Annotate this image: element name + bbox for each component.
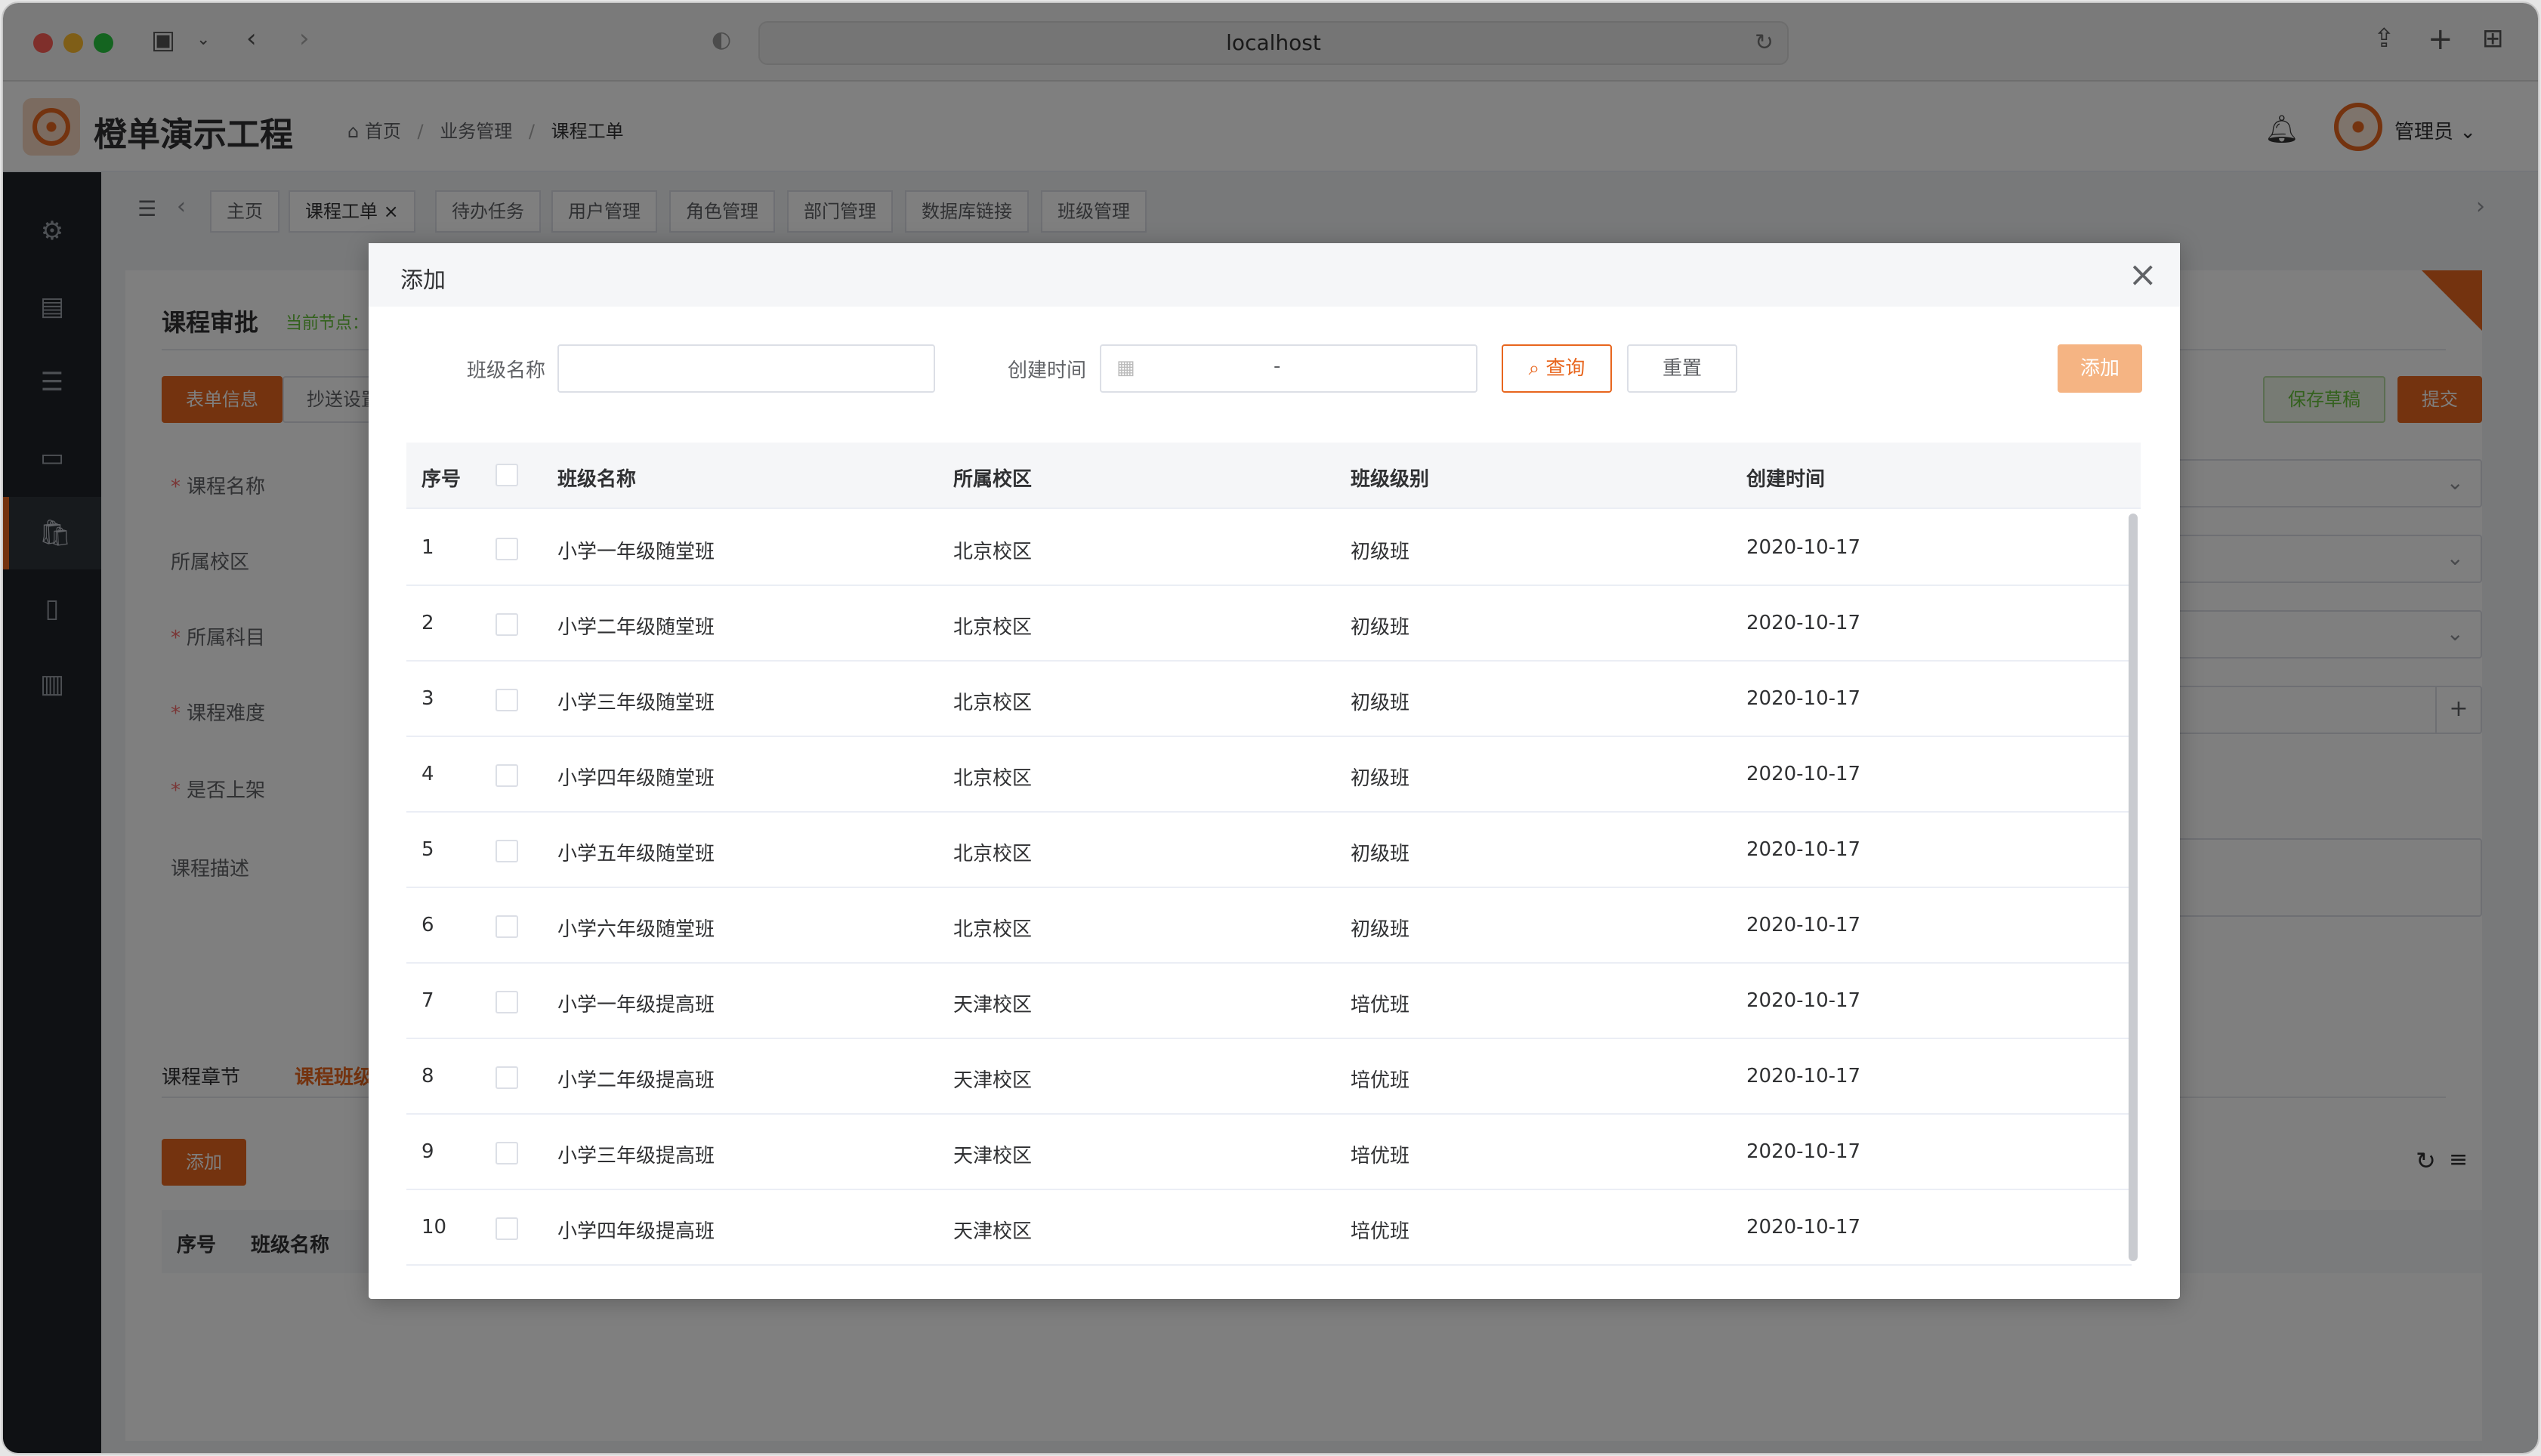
table-row[interactable]: 1 小学一年级随堂班 北京校区 初级班 2020-10-17 xyxy=(406,511,2132,586)
class-name-input[interactable] xyxy=(557,344,935,393)
cell-campus: 天津校区 xyxy=(953,1145,1033,1168)
col-no: 序号 xyxy=(421,468,462,491)
row-checkbox[interactable] xyxy=(496,538,518,560)
cell-created-time: 2020-10-17 xyxy=(1746,914,1861,936)
cell-no: 9 xyxy=(421,1140,434,1163)
cell-class-name: 小学六年级随堂班 xyxy=(557,918,715,941)
calendar-icon: ▦ xyxy=(1116,356,1135,379)
cell-no: 4 xyxy=(421,763,434,785)
row-checkbox[interactable] xyxy=(496,840,518,862)
filter-created-time-label: 创建时间 xyxy=(1008,359,1087,382)
cell-no: 1 xyxy=(421,536,434,559)
row-checkbox[interactable] xyxy=(496,1142,518,1164)
cell-campus: 北京校区 xyxy=(953,843,1033,865)
row-checkbox[interactable] xyxy=(496,764,518,787)
cell-created-time: 2020-10-17 xyxy=(1746,687,1861,710)
date-range-separator: - xyxy=(1274,355,1281,378)
created-time-range-picker[interactable]: ▦ - xyxy=(1100,344,1477,393)
cell-class-name: 小学三年级随堂班 xyxy=(557,692,715,714)
row-checkbox[interactable] xyxy=(496,613,518,636)
cell-class-name: 小学一年级提高班 xyxy=(557,994,715,1016)
cell-level: 初级班 xyxy=(1351,843,1410,865)
cell-level: 初级班 xyxy=(1351,616,1410,639)
row-checkbox[interactable] xyxy=(496,915,518,938)
cell-created-time: 2020-10-17 xyxy=(1746,536,1861,559)
query-button[interactable]: ⌕ 查询 xyxy=(1502,344,1612,393)
col-class-name: 班级名称 xyxy=(557,468,637,491)
table-row[interactable]: 9 小学三年级提高班 天津校区 培优班 2020-10-17 xyxy=(406,1115,2132,1190)
close-icon[interactable]: × xyxy=(2128,254,2157,295)
cell-campus: 北京校区 xyxy=(953,692,1033,714)
col-level: 班级级别 xyxy=(1351,468,1430,491)
col-campus: 所属校区 xyxy=(953,468,1033,491)
cell-no: 3 xyxy=(421,687,434,710)
cell-campus: 北京校区 xyxy=(953,616,1033,639)
cell-created-time: 2020-10-17 xyxy=(1746,1216,1861,1239)
cell-class-name: 小学四年级提高班 xyxy=(557,1220,715,1243)
cell-level: 培优班 xyxy=(1351,1069,1410,1092)
cell-created-time: 2020-10-17 xyxy=(1746,838,1861,861)
cell-campus: 北京校区 xyxy=(953,918,1033,941)
add-class-dialog: 添加 × 班级名称 创建时间 ▦ - ⌕ 查询 重置 添加 序号 班级名称 所属… xyxy=(369,243,2180,1299)
cell-campus: 北京校区 xyxy=(953,767,1033,790)
cell-no: 6 xyxy=(421,914,434,936)
cell-no: 8 xyxy=(421,1065,434,1087)
cell-created-time: 2020-10-17 xyxy=(1746,989,1861,1012)
dialog-header: 添加 × xyxy=(369,243,2180,307)
col-created-time: 创建时间 xyxy=(1746,468,1826,491)
cell-level: 培优班 xyxy=(1351,1220,1410,1243)
cell-level: 初级班 xyxy=(1351,918,1410,941)
table-scrollbar[interactable] xyxy=(2129,514,2138,1261)
cell-class-name: 小学二年级提高班 xyxy=(557,1069,715,1092)
search-icon: ⌕ xyxy=(1528,357,1540,380)
table-header: 序号 班级名称 所属校区 班级级别 创建时间 xyxy=(406,443,2141,509)
browser-window: ▣ ⌄ ‹ › ◐ localhost ↻ ⇪ + ⊞ 橙单演示工程 ⌂ 首页 … xyxy=(2,2,2539,1454)
cell-class-name: 小学三年级提高班 xyxy=(557,1145,715,1168)
row-checkbox[interactable] xyxy=(496,1066,518,1089)
row-checkbox[interactable] xyxy=(496,689,518,711)
cell-level: 初级班 xyxy=(1351,767,1410,790)
cell-created-time: 2020-10-17 xyxy=(1746,1065,1861,1087)
table-row[interactable]: 7 小学一年级提高班 天津校区 培优班 2020-10-17 xyxy=(406,964,2132,1039)
cell-campus: 天津校区 xyxy=(953,1220,1033,1243)
dialog-title: 添加 xyxy=(400,267,446,294)
table-row[interactable]: 6 小学六年级随堂班 北京校区 初级班 2020-10-17 xyxy=(406,888,2132,964)
cell-created-time: 2020-10-17 xyxy=(1746,612,1861,634)
cell-campus: 天津校区 xyxy=(953,994,1033,1016)
table-row[interactable]: 8 小学二年级提高班 天津校区 培优班 2020-10-17 xyxy=(406,1039,2132,1115)
cell-no: 10 xyxy=(421,1216,447,1239)
filter-class-name-label: 班级名称 xyxy=(467,359,546,382)
table-row[interactable]: 5 小学五年级随堂班 北京校区 初级班 2020-10-17 xyxy=(406,813,2132,888)
cell-no: 5 xyxy=(421,838,434,861)
cell-created-time: 2020-10-17 xyxy=(1746,763,1861,785)
cell-created-time: 2020-10-17 xyxy=(1746,1140,1861,1163)
select-all-checkbox[interactable] xyxy=(496,464,518,486)
cell-level: 培优班 xyxy=(1351,994,1410,1016)
cell-class-name: 小学一年级随堂班 xyxy=(557,541,715,563)
cell-level: 培优班 xyxy=(1351,1145,1410,1168)
row-checkbox[interactable] xyxy=(496,1217,518,1240)
cell-level: 初级班 xyxy=(1351,692,1410,714)
table-row[interactable]: 2 小学二年级随堂班 北京校区 初级班 2020-10-17 xyxy=(406,586,2132,662)
confirm-add-button[interactable]: 添加 xyxy=(2058,344,2142,393)
table-row[interactable]: 4 小学四年级随堂班 北京校区 初级班 2020-10-17 xyxy=(406,737,2132,813)
cell-class-name: 小学二年级随堂班 xyxy=(557,616,715,639)
cell-campus: 天津校区 xyxy=(953,1069,1033,1092)
cell-campus: 北京校区 xyxy=(953,541,1033,563)
cell-level: 初级班 xyxy=(1351,541,1410,563)
cell-class-name: 小学五年级随堂班 xyxy=(557,843,715,865)
reset-button[interactable]: 重置 xyxy=(1627,344,1737,393)
cell-no: 7 xyxy=(421,989,434,1012)
cell-class-name: 小学四年级随堂班 xyxy=(557,767,715,790)
table-row[interactable]: 10 小学四年级提高班 天津校区 培优班 2020-10-17 xyxy=(406,1190,2132,1266)
cell-no: 2 xyxy=(421,612,434,634)
row-checkbox[interactable] xyxy=(496,991,518,1013)
table-row[interactable]: 3 小学三年级随堂班 北京校区 初级班 2020-10-17 xyxy=(406,662,2132,737)
